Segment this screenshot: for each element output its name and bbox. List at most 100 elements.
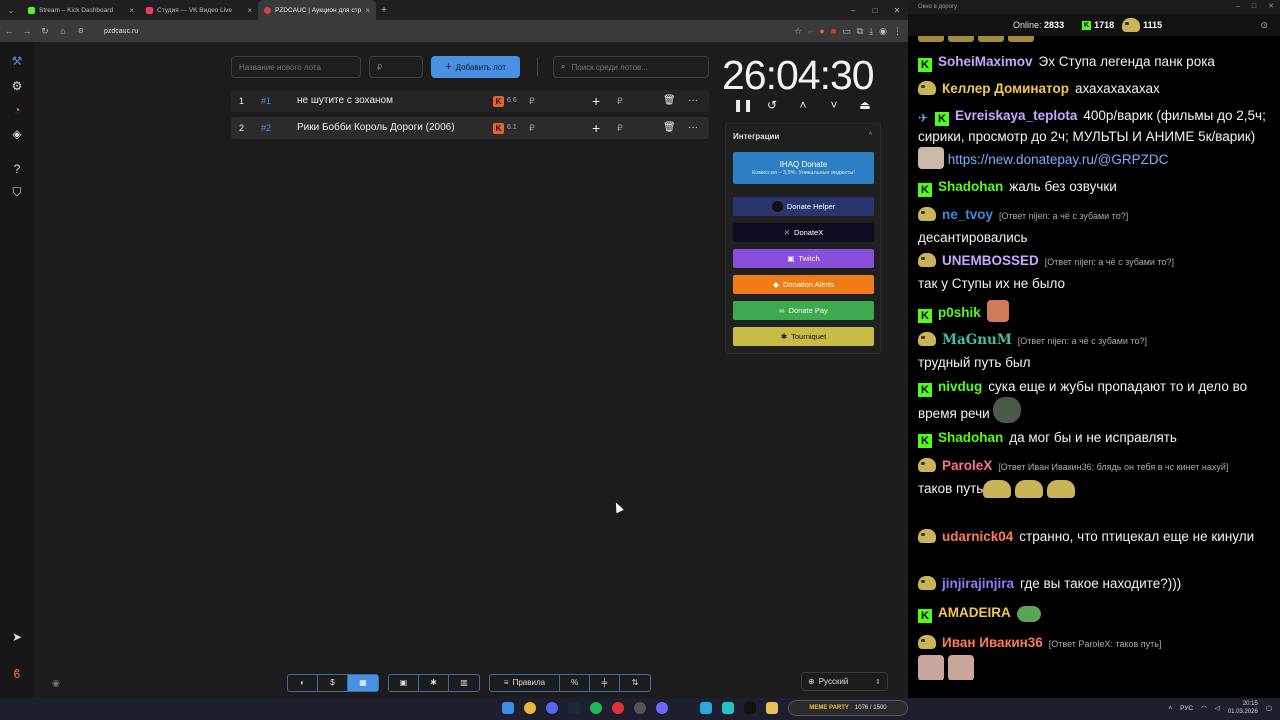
more-icon[interactable]: ··· (688, 90, 698, 112)
more-icon[interactable]: ··· (688, 117, 698, 139)
settings-icon[interactable]: ⊙ (1260, 20, 1268, 31)
donate-helper-button[interactable]: Donate Helper (733, 197, 874, 216)
chat-nick[interactable]: jinjirajinjira (942, 576, 1014, 591)
lot-amount[interactable]: ₽ (529, 90, 535, 112)
profile-icon[interactable]: ◉ (879, 26, 887, 37)
terminal-icon[interactable] (744, 702, 756, 714)
chat-nick[interactable]: ParoleX (942, 458, 992, 473)
app-icon[interactable] (656, 702, 668, 714)
new-tab-button[interactable]: + (376, 5, 392, 16)
chat-nick[interactable]: SoheiMaximov (938, 54, 1033, 69)
close-window-icon[interactable]: ✕ (1268, 0, 1274, 14)
eye-icon[interactable]: ◉ (52, 678, 60, 689)
wifi-icon[interactable]: ◠ (1201, 704, 1207, 712)
trash-icon[interactable]: 🗑 (663, 90, 676, 112)
chevron-up-icon[interactable]: ˄ (795, 98, 811, 112)
chat-nick[interactable]: UNEMBOSSED (942, 253, 1039, 268)
maximize-icon[interactable]: □ (864, 6, 886, 15)
wheel-icon[interactable]: ◔ (10, 103, 24, 117)
site-info-icon[interactable]: ⚙ (72, 27, 90, 35)
add-lot-button[interactable]: + Добавить лот (431, 56, 520, 78)
shield-icon[interactable]: ⛉ (10, 185, 24, 199)
extensions-puzzle-icon[interactable]: ⧉ (857, 26, 863, 37)
rules-button[interactable]: ≡ Правила (490, 675, 560, 691)
close-icon[interactable]: × (247, 6, 252, 15)
chat-nick[interactable]: Evreiskaya_teplota (955, 108, 1077, 123)
chat-nick[interactable]: Shadohan (938, 430, 1003, 445)
help-icon[interactable]: ? (10, 162, 24, 176)
extension-icon[interactable]: ▭ (842, 26, 851, 37)
language-select[interactable]: ⊕ Русский ⇕ (801, 672, 888, 691)
minimize-icon[interactable]: – (1236, 0, 1240, 14)
minimize-icon[interactable]: – (842, 6, 864, 15)
address-bar[interactable]: pzdcauc.ru (104, 28, 138, 35)
clock[interactable]: 20:15 01.03.2026 (1228, 700, 1258, 716)
split-icon[interactable]: ╪ (590, 675, 620, 691)
start-icon[interactable] (502, 702, 514, 714)
donation-alerts-button[interactable]: ◆ Donation Alerts (733, 275, 874, 294)
lot-name[interactable]: Рики Бобби Король Дороги (2006) (297, 117, 455, 139)
meme-party-widget[interactable]: MEME PARTY 1076 / 1500 (788, 700, 908, 716)
table-view-icon[interactable]: ▦ (348, 675, 378, 691)
close-icon[interactable]: × (365, 6, 370, 15)
tab-kick-dashboard[interactable]: Stream – Kick Dashboard × (22, 0, 140, 20)
github-icon[interactable]: ◐ (288, 675, 318, 691)
bookmark-star-icon[interactable]: ☆ (794, 26, 802, 37)
layers-icon[interactable]: ◈ (10, 127, 24, 141)
chat-nick[interactable]: p0shik (938, 305, 981, 320)
folder-icon[interactable] (766, 702, 778, 714)
home-icon[interactable]: ⌂ (54, 26, 72, 36)
add-amount-icon[interactable]: + (592, 117, 600, 139)
extension-icon[interactable]: ⌐ (808, 26, 813, 36)
amount-input[interactable]: ₽ (617, 90, 623, 112)
lot-amount[interactable]: ₽ (529, 117, 535, 139)
download-icon[interactable]: ⤓ (869, 26, 873, 37)
chat-nick[interactable]: MaGnuM (942, 332, 1012, 348)
chat-nick[interactable]: Иван Ивакин36 (942, 635, 1043, 650)
chat-nick[interactable]: nivdug (938, 379, 982, 394)
app-icon[interactable] (722, 702, 734, 714)
kinopoisk-rating[interactable]: K 6.6 (493, 90, 517, 112)
notification-icon[interactable]: ▢ (1266, 704, 1272, 712)
spotify-icon[interactable] (590, 702, 602, 714)
percent-button[interactable]: % (560, 675, 590, 691)
auction-hammer-icon[interactable]: ⚒ (10, 54, 24, 68)
pause-icon[interactable]: ❚❚ (733, 98, 753, 112)
telegram-icon[interactable] (700, 702, 712, 714)
collapse-icon[interactable]: ⏏ (857, 98, 873, 112)
price-input[interactable]: ₽ (369, 56, 423, 78)
chat-nick[interactable]: udarnick04 (942, 529, 1013, 544)
tab-pzdcauc[interactable]: PZDCAUC | Аукцион для стри... × (258, 0, 376, 20)
tab-vk-studio[interactable]: Студия — VK Видео Live × (140, 0, 258, 20)
add-amount-icon[interactable]: + (592, 90, 600, 112)
back-icon[interactable]: ← (0, 26, 18, 36)
discord-icon[interactable] (546, 702, 558, 714)
chat-link[interactable]: https://new.donatepay.ru/@GRPZDC (948, 152, 1169, 167)
forward-icon[interactable]: → (18, 26, 36, 36)
donate-dollar-icon[interactable]: $ (318, 675, 348, 691)
clear-trash-icon[interactable]: ▥ (449, 675, 479, 691)
steam-icon[interactable] (568, 702, 580, 714)
volume-icon[interactable]: ◁ (1215, 704, 1220, 712)
bug-icon[interactable]: ✱ (419, 675, 449, 691)
close-icon[interactable]: × (129, 6, 134, 15)
menu-icon[interactable]: ⋮ (893, 26, 902, 37)
kinopoisk-rating[interactable]: K 6.1 (493, 117, 517, 139)
maximize-icon[interactable]: □ (1252, 0, 1256, 14)
chat-nick[interactable]: Келлер Доминатор (942, 81, 1069, 96)
chevron-down-icon[interactable]: ˅ (826, 98, 842, 112)
twitch-button[interactable]: ▣ Twitch (733, 249, 874, 268)
extension-icon[interactable]: ● (819, 26, 824, 36)
tourniquet-button[interactable]: ✱ Tourniquet (733, 327, 874, 346)
reload-icon[interactable]: ↻ (36, 26, 54, 37)
lot-name[interactable]: не шутите с зоханом (297, 90, 393, 112)
obs-icon[interactable] (634, 702, 646, 714)
reset-icon[interactable]: ↺ (764, 98, 780, 112)
chevron-up-icon[interactable]: ^ (869, 132, 872, 139)
amount-input[interactable]: ₽ (617, 117, 623, 139)
trash-icon[interactable]: 🗑 (663, 117, 676, 139)
donatex-button[interactable]: ✕ DonateX (733, 223, 874, 242)
settings-icon[interactable]: ⚙ (10, 79, 24, 93)
sort-icon[interactable]: ⇅ (620, 675, 650, 691)
tray-arrow-icon[interactable]: ˄ (1168, 705, 1172, 712)
